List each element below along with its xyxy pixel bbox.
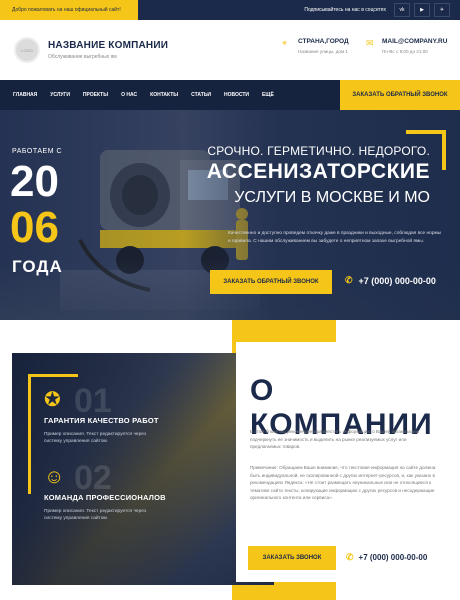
working-hours: Пн-Вс с 9:00 до 21:00 [382,49,428,54]
email-block: ✉ MAIL@COMPANY.RU Пн-Вс с 9:00 до 21:00 [366,38,447,54]
site-header: LOGO НАЗВАНИЕ КОМПАНИИ Обслуживание выгр… [0,20,460,80]
company-tagline: Обслуживание выгребных ям [48,54,117,60]
feature-description: Пример описания. Текст редактируется чер… [44,432,147,444]
phone-icon: ✆ [345,275,353,285]
phone-icon: ✆ [346,552,354,562]
location-subtitle: Название улицы, дом 1 [298,49,348,54]
hero-section: РАБОТАЕМ С 20 06 ГОДА СРОЧНО. ГЕРМЕТИЧНО… [0,110,460,320]
hero-callback-button[interactable]: ЗАКАЗАТЬ ОБРАТНЫЙ ЗВОНОК [210,270,332,294]
about-paragraph-1: В этом блоке мы рекомендуем разместить и… [250,429,420,449]
nav-item-articles[interactable]: СТАТЬИ [191,92,211,98]
main-nav: ГЛАВНАЯ УСЛУГИ ПРОЕКТЫ О НАС КОНТАКТЫ СТ… [0,80,460,110]
location-icon: ⌖ [282,38,288,48]
hero-phone[interactable]: ✆ +7 (000) 000-00-00 [345,275,436,286]
social-area: Подписывайтесь на нас в соцсетях vk ▶ ✈ [138,0,460,20]
about-paragraph-2: Примечание: Обращаем Ваше внимание, что … [250,465,436,500]
nav-item-news[interactable]: НОВОСТИ [224,92,249,98]
nav-item-projects[interactable]: ПРОЕКТЫ [83,92,108,98]
hero-year-word: ГОДА [12,257,63,276]
team-icon: ☺ [44,466,65,488]
company-name[interactable]: НАЗВАНИЕ КОМПАНИИ [48,40,168,51]
social-links: vk ▶ ✈ [394,3,450,17]
nav-item-services[interactable]: УСЛУГИ [50,92,70,98]
telegram-icon[interactable]: ✈ [434,3,450,17]
subscribe-text: Подписывайтесь на нас в соцсетях [304,7,386,13]
hero-title: АССЕНИЗАТОРСКИЕ [206,160,430,183]
nav-item-home[interactable]: ГЛАВНАЯ [13,92,37,98]
email-icon: ✉ [366,38,374,48]
email-link[interactable]: MAIL@COMPANY.RU [382,38,447,45]
hero-since-label: РАБОТАЕМ С [12,148,63,155]
about-phone-number[interactable]: +7 (000) 000-00-00 [359,553,428,562]
top-bar: Добро пожаловать на наш официальный сайт… [0,0,460,20]
company-logo[interactable]: LOGO [14,37,40,63]
about-phone[interactable]: ✆ +7 (000) 000-00-00 [346,552,427,563]
company-info: НАЗВАНИЕ КОМПАНИИ Обслуживание выгребных… [48,40,168,60]
about-card: О КОМПАНИИ В этом блоке мы рекомендуем р… [236,342,446,582]
hero-phone-number[interactable]: +7 (000) 000-00-00 [359,276,436,286]
feature-number: 02 [74,459,112,497]
nav-item-about[interactable]: О НАС [121,92,137,98]
hero-description: Качественно и доступно проведем откачку … [228,231,442,244]
hero-subtitle: УСЛУГИ В МОСКВЕ И МО [234,189,430,206]
welcome-text: Добро пожаловать на наш официальный сайт… [0,0,138,20]
quality-medal-icon: ✪ [44,389,61,411]
feature-team: 02 ☺ КОМАНДА ПРОФЕССИОНАЛОВ Пример описа… [44,459,166,522]
location-block: ⌖ СТРАНА,ГОРОД Название улицы, дом 1 [282,38,349,54]
hero-year-bottom: 06 [10,203,59,252]
callback-button[interactable]: ЗАКАЗАТЬ ОБРАТНЫЙ ЗВОНОК [340,80,460,110]
vk-icon[interactable]: vk [394,3,410,17]
feature-description: Пример описания. Текст редактируется чер… [44,509,147,521]
youtube-icon[interactable]: ▶ [414,3,430,17]
feature-number: 01 [74,382,112,420]
hero-slogan: СРОЧНО. ГЕРМЕТИЧНО. НЕДОРОГО. [207,144,430,158]
hero-year-top: 20 [10,157,59,206]
feature-quality: 01 ✪ ГАРАНТИЯ КАЧЕСТВО РАБОТ Пример опис… [44,382,159,445]
about-section: 01 ✪ ГАРАНТИЯ КАЧЕСТВО РАБОТ Пример опис… [0,320,460,600]
nav-item-contacts[interactable]: КОНТАКТЫ [150,92,178,98]
nav-item-more[interactable]: ЕЩЁ [262,92,274,98]
about-call-button[interactable]: ЗАКАЗАТЬ ЗВОНОК [248,546,336,570]
location-title: СТРАНА,ГОРОД [298,38,349,45]
